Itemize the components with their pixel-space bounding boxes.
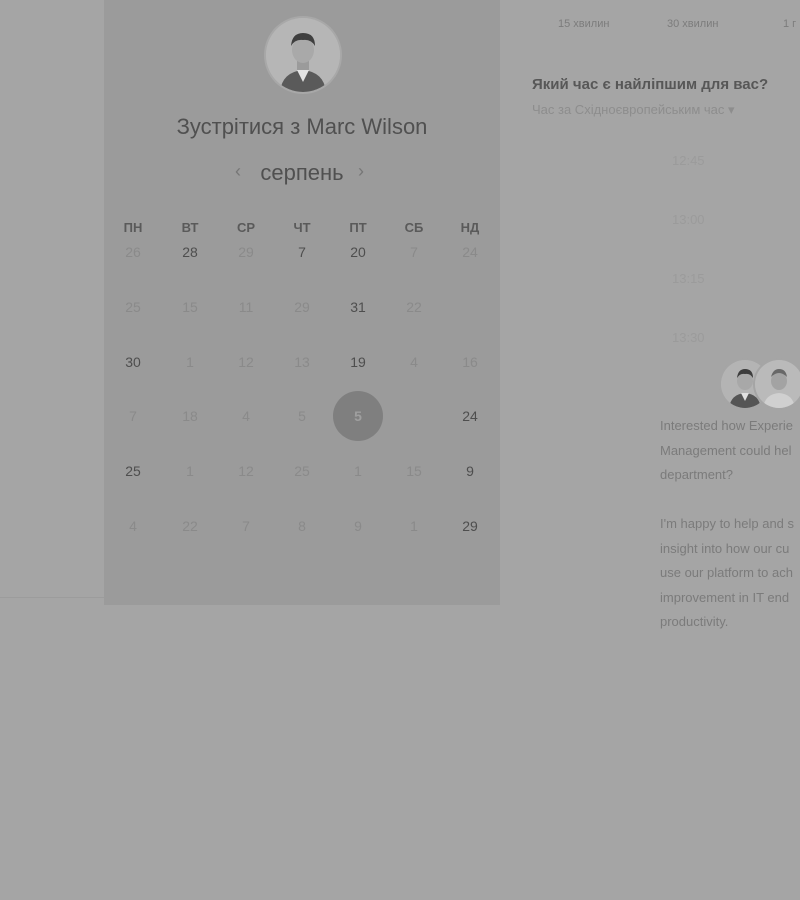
calendar-day: 1 (186, 353, 194, 370)
time-slot[interactable]: 12:45 (672, 153, 705, 168)
calendar-day: 16 (462, 353, 478, 370)
calendar-day: 5 (298, 408, 306, 425)
calendar-day: 29 (238, 244, 254, 260)
calendar-day (394, 396, 434, 436)
page: Зустрітися з Marc Wilson ‹ серпень › ПН В… (0, 0, 800, 900)
calendar-day: 25 (125, 298, 141, 315)
calendar-day: 15 (182, 298, 198, 315)
selected-day[interactable]: 5 (333, 391, 383, 442)
description-line: productivity. (660, 614, 729, 629)
calendar-day: 13 (294, 353, 310, 370)
chevron-right-icon[interactable]: › (358, 161, 364, 182)
calendar-day: 12 (238, 463, 254, 480)
team-avatar (755, 360, 800, 408)
month-navigation: ‹ серпень › (104, 158, 500, 188)
time-slot[interactable]: 13:15 (672, 271, 705, 286)
calendar-day: 12 (238, 353, 254, 370)
calendar-day: 1 (186, 463, 194, 480)
calendar-day: 22 (406, 298, 422, 315)
calendar-panel: Зустрітися з Marc Wilson ‹ серпень › ПН В… (104, 0, 500, 605)
description-line: use our platform to ach (660, 565, 793, 580)
meeting-title: Зустрітися з Marc Wilson (176, 114, 428, 139)
calendar-day: 25 (294, 463, 310, 480)
duration-tabs: 15 хвилин 30 хвилин 1 г (500, 18, 800, 36)
time-slot[interactable]: 13:30 (672, 330, 705, 345)
time-slot[interactable]: 13:00 (672, 212, 705, 227)
calendar-day[interactable]: 29 (450, 506, 490, 546)
calendar-day: 9 (354, 518, 362, 534)
team-avatars (721, 360, 800, 410)
calendar-day[interactable]: 25 (113, 451, 153, 491)
description-line: Management could hel (660, 442, 792, 458)
calendar-day: 4 (129, 518, 137, 534)
calendar-day: 4 (242, 408, 250, 425)
calendar-day: 24 (462, 244, 478, 260)
duration-30[interactable]: 30 хвилин (667, 18, 718, 30)
calendar-day[interactable]: 20 (338, 232, 378, 272)
calendar-day: 7 (410, 244, 418, 260)
calendar-day: 15 (406, 463, 422, 480)
duration-15[interactable]: 15 хвилин (558, 18, 609, 30)
description-line: department? (660, 467, 733, 482)
person-icon (755, 360, 800, 408)
calendar-day[interactable]: 9 (450, 451, 490, 491)
description-line (660, 488, 800, 513)
calendar-day[interactable]: 19 (338, 342, 378, 382)
calendar-day[interactable]: 24 (450, 396, 490, 436)
calendar-day: 29 (294, 298, 310, 315)
description-text: Interested how Experie Management could h… (660, 414, 800, 635)
calendar-day[interactable]: 28 (170, 232, 210, 272)
description-line: I'm happy to help and s (660, 516, 795, 531)
calendar-day: 1 (354, 463, 362, 480)
host-avatar (266, 18, 340, 92)
calendar-day[interactable]: 31 (338, 287, 378, 327)
calendar-day: 7 (242, 518, 250, 534)
calendar-day (450, 287, 490, 327)
calendar-day: 26 (125, 244, 141, 260)
calendar-day[interactable]: 30 (113, 342, 153, 382)
time-question: Який час є найліпшим для вас? (532, 76, 769, 93)
timezone-select[interactable]: Час за Східноєвропейським час ▾ (532, 102, 735, 118)
divider-line (0, 597, 104, 598)
description-line: improvement in IT end (660, 589, 790, 605)
calendar-day: 7 (129, 408, 137, 425)
month-label: серпень (260, 160, 344, 185)
person-icon (266, 18, 340, 92)
calendar-day: 18 (182, 408, 198, 425)
calendar-day[interactable]: 7 (282, 232, 322, 272)
calendar-day: 8 (298, 518, 306, 534)
calendar-day: 4 (410, 353, 418, 370)
calendar-day: 22 (182, 518, 198, 534)
duration-60[interactable]: 1 г (783, 18, 796, 30)
description-line: Interested how Experie (660, 418, 793, 433)
description-line: insight into how our cu (660, 540, 790, 556)
calendar-day: 11 (238, 298, 254, 315)
calendar-day: 1 (410, 518, 418, 534)
